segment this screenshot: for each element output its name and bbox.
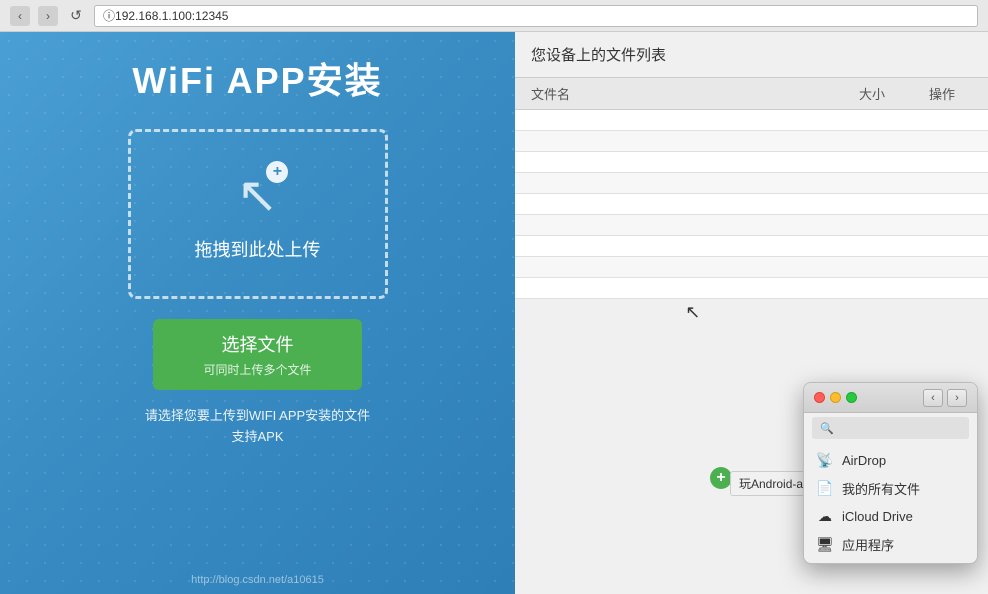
- finder-titlebar: ‹ ›: [804, 383, 977, 413]
- select-btn-sub: 可同时上传多个文件: [203, 361, 311, 378]
- select-btn-label: 选择文件: [221, 331, 293, 357]
- maximize-traffic-light[interactable]: [846, 392, 857, 403]
- icloud-icon: ☁: [816, 508, 834, 525]
- file-table-header: 文件名 大小 操作: [515, 77, 988, 110]
- app-title: WiFi APP安装: [132, 52, 382, 104]
- table-row: [515, 236, 988, 257]
- finder-item-label-icloud: iCloud Drive: [842, 509, 913, 524]
- col-name-header: 文件名: [531, 84, 832, 103]
- finder-forward-button[interactable]: ›: [947, 389, 967, 407]
- airdrop-icon: 📡: [816, 452, 834, 469]
- right-panel: 您设备上的文件列表 文件名 大小 操作 ↖ + 玩Android-app-deb…: [515, 32, 988, 594]
- address-text: 192.168.1.100:12345: [115, 9, 228, 23]
- finder-nav: ‹ ›: [923, 389, 967, 407]
- hint-line1: 请选择您要上传到WIFI APP安装的文件: [145, 406, 370, 427]
- finder-item-label-apps: 应用程序: [842, 535, 894, 554]
- refresh-button[interactable]: ↺: [66, 6, 86, 26]
- forward-button[interactable]: ›: [38, 6, 58, 26]
- address-icon: ⓘ: [103, 7, 115, 24]
- hint-text: 请选择您要上传到WIFI APP安装的文件 支持APK: [145, 406, 370, 448]
- select-file-button[interactable]: 选择文件 可同时上传多个文件: [153, 319, 361, 390]
- main-area: WiFi APP安装 ↖ + 拖拽到此处上传 选择文件 可同时上传多个文件 请选…: [0, 32, 988, 594]
- drag-plus-indicator: +: [710, 467, 732, 489]
- all-files-icon: 📄: [816, 480, 834, 497]
- finder-item-label-all-files: 我的所有文件: [842, 479, 920, 498]
- search-icon: 🔍: [820, 422, 834, 435]
- hint-line2: 支持APK: [145, 427, 370, 448]
- table-row: [515, 215, 988, 236]
- table-row: [515, 110, 988, 131]
- finder-search-bar[interactable]: 🔍: [812, 417, 969, 439]
- watermark: http://blog.csdn.net/a10615: [191, 574, 324, 586]
- finder-popup: ‹ › 🔍 📡 AirDrop 📄 我的所有文件 ☁ iCloud D: [803, 382, 978, 564]
- finder-item-label-airdrop: AirDrop: [842, 453, 886, 468]
- finder-item-icloud[interactable]: ☁ iCloud Drive: [804, 503, 977, 530]
- traffic-lights: [814, 392, 857, 403]
- finder-item-all-files[interactable]: 📄 我的所有文件: [804, 474, 977, 503]
- finder-item-apps[interactable]: 🖥 应用程序: [804, 530, 977, 559]
- drop-text: 拖拽到此处上传: [195, 236, 321, 262]
- table-row: [515, 152, 988, 173]
- plus-badge: +: [266, 161, 288, 183]
- address-bar[interactable]: ⓘ 192.168.1.100:12345: [94, 5, 978, 27]
- finder-back-button[interactable]: ‹: [923, 389, 943, 407]
- col-size-header: 大小: [832, 84, 912, 103]
- table-row: [515, 173, 988, 194]
- drop-zone[interactable]: ↖ + 拖拽到此处上传: [128, 129, 388, 299]
- apps-icon: 🖥: [816, 536, 834, 553]
- browser-chrome: ‹ › ↺ ⓘ 192.168.1.100:12345: [0, 0, 988, 32]
- col-action-header: 操作: [912, 84, 972, 103]
- table-row: [515, 278, 988, 299]
- table-row: [515, 194, 988, 215]
- drop-icon: ↖ +: [237, 166, 279, 224]
- left-panel: WiFi APP安装 ↖ + 拖拽到此处上传 选择文件 可同时上传多个文件 请选…: [0, 32, 515, 594]
- table-row: [515, 131, 988, 152]
- close-traffic-light[interactable]: [814, 392, 825, 403]
- section-title: 您设备上的文件列表: [515, 32, 988, 77]
- table-row: [515, 257, 988, 278]
- finder-item-airdrop[interactable]: 📡 AirDrop: [804, 447, 977, 474]
- minimize-traffic-light[interactable]: [830, 392, 841, 403]
- finder-items-list: 📡 AirDrop 📄 我的所有文件 ☁ iCloud Drive 🖥 应用程序: [804, 443, 977, 563]
- back-button[interactable]: ‹: [10, 6, 30, 26]
